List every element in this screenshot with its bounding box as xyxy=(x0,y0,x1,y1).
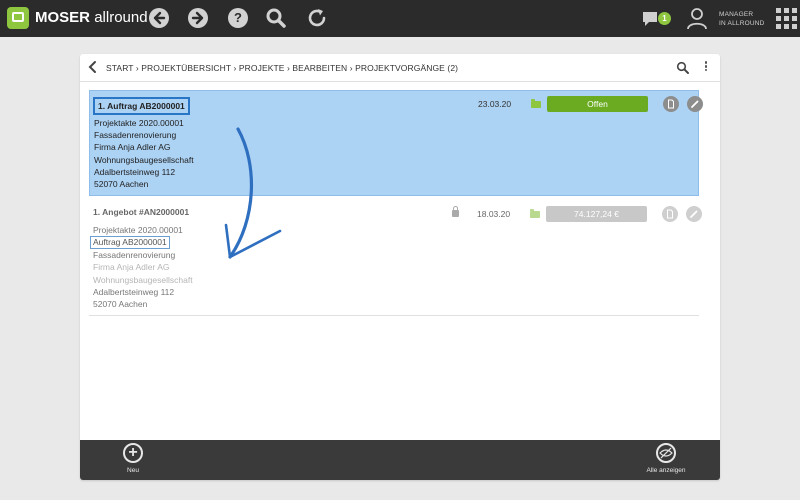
lock-icon xyxy=(452,206,459,217)
entry-details: Projektakte 2020.00001 Auftrag AB2000001… xyxy=(90,224,193,310)
entry-details: Projektakte 2020.00001 Fassadenrenovieru… xyxy=(94,118,194,190)
app-brand: MOSER allround xyxy=(35,9,148,26)
chat-badge: 1 xyxy=(658,12,671,25)
entry-date: 18.03.20 xyxy=(477,209,511,219)
status-button[interactable]: Offen xyxy=(547,96,648,112)
document-icon[interactable] xyxy=(662,206,678,222)
help-icon[interactable]: ? xyxy=(228,8,248,28)
panel-search-icon[interactable] xyxy=(676,61,690,75)
entry-title: 1. Auftrag AB2000001 xyxy=(93,97,190,115)
folder-icon[interactable] xyxy=(531,99,541,108)
entry-title: 1. Angebot #AN2000001 xyxy=(93,207,190,217)
folder-icon[interactable] xyxy=(530,209,540,218)
plus-icon: + xyxy=(123,443,143,463)
document-icon[interactable] xyxy=(663,96,679,112)
entry-date: 23.03.20 xyxy=(478,99,512,109)
refresh-icon[interactable] xyxy=(305,6,329,30)
edit-pencil-icon[interactable] xyxy=(687,96,703,112)
show-all-button[interactable]: Alle anzeigen xyxy=(636,443,696,479)
breadcrumb-back-icon[interactable] xyxy=(88,60,98,77)
back-arrow-icon[interactable] xyxy=(149,8,169,28)
main-panel: START › PROJEKTÜBERSICHT › PROJEKTE › BE… xyxy=(80,54,720,480)
annotation-arrow-icon xyxy=(224,127,282,259)
edit-pencil-icon[interactable] xyxy=(686,206,702,222)
more-options-icon[interactable] xyxy=(704,60,708,74)
top-bar: MOSER allround ? 1 MANAGER IN ALLROUND xyxy=(0,0,800,37)
search-icon[interactable] xyxy=(264,6,288,30)
forward-arrow-icon[interactable] xyxy=(188,8,208,28)
bottom-action-bar: + Neu Alle anzeigen xyxy=(80,440,720,480)
eye-hidden-icon xyxy=(656,443,676,463)
breadcrumb-bar: START › PROJEKTÜBERSICHT › PROJEKTE › BE… xyxy=(80,54,720,82)
new-button[interactable]: + Neu xyxy=(103,443,163,479)
list-item[interactable]: 1. Angebot #AN2000001 Projektakte 2020.0… xyxy=(89,201,702,316)
user-icon[interactable] xyxy=(685,6,709,30)
breadcrumb[interactable]: START › PROJEKTÜBERSICHT › PROJEKTE › BE… xyxy=(106,63,458,73)
app-logo-icon[interactable] xyxy=(7,7,29,29)
user-role-label: MANAGER IN ALLROUND xyxy=(719,11,765,27)
amount-button[interactable]: 74.127,24 € xyxy=(546,206,647,222)
apps-grid-icon[interactable] xyxy=(775,7,799,31)
list-item[interactable]: 1. Auftrag AB2000001 Projektakte 2020.00… xyxy=(89,90,703,196)
highlighted-reference: Auftrag AB2000001 xyxy=(90,236,170,250)
